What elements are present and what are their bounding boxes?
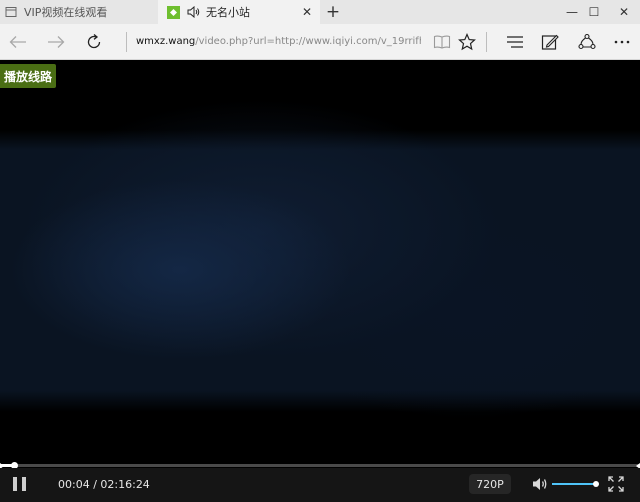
page-icon (4, 5, 18, 19)
url-path: /video.php?url=http://www.iqiyi.com/v_19… (195, 36, 421, 47)
tab-vip[interactable]: VIP视频在线观看 (0, 0, 157, 24)
web-note-button[interactable] (538, 30, 562, 54)
refresh-button[interactable] (82, 30, 106, 54)
book-icon (433, 35, 451, 49)
toolbar-separator (486, 32, 487, 52)
speaker-icon[interactable] (186, 5, 200, 19)
video-frame[interactable] (0, 60, 640, 462)
hub-icon (507, 36, 523, 48)
volume-button[interactable] (532, 476, 548, 492)
time-display: 00:04 / 02:16:24 (58, 478, 150, 491)
url-host: wmxz.wang (136, 36, 196, 47)
quality-button[interactable]: 720P (469, 474, 511, 494)
current-time: 00:04 (58, 478, 90, 491)
volume-slider[interactable] (552, 481, 599, 487)
player-controls: 00:04 / 02:16:24 720P (0, 468, 640, 502)
playback-route-button[interactable]: 播放线路 (0, 64, 56, 88)
more-icon (614, 40, 630, 44)
refresh-icon (87, 34, 101, 49)
progress-track (0, 464, 640, 467)
tab-active[interactable]: 无名小站 ✕ (158, 0, 320, 24)
address-separator (126, 32, 127, 52)
fullscreen-button[interactable] (608, 476, 624, 492)
volume-knob[interactable] (593, 481, 599, 487)
navigation-bar: wmxz.wang/video.php?url=http://www.iqiyi… (0, 24, 640, 60)
forward-arrow-icon (48, 36, 65, 48)
close-window-button[interactable]: ✕ (604, 0, 640, 24)
forward-button[interactable] (44, 30, 68, 54)
pause-button[interactable] (13, 477, 27, 491)
favorite-button[interactable] (455, 30, 479, 54)
volume-icon (533, 478, 547, 490)
time-separator: / (89, 478, 101, 491)
fullscreen-icon (608, 476, 624, 492)
hub-button[interactable] (503, 30, 527, 54)
tab-active-title: 无名小站 (206, 6, 250, 19)
duration: 02:16:24 (100, 478, 150, 491)
address-bar[interactable]: wmxz.wang/video.php?url=http://www.iqiyi… (136, 35, 421, 49)
pause-icon-bar-left (13, 477, 17, 491)
reading-view-button[interactable] (430, 30, 454, 54)
tab-bar: VIP视频在线观看 无名小站 ✕ + — ☐ ✕ (0, 0, 640, 24)
volume-fill (552, 483, 596, 485)
web-note-icon (541, 34, 559, 50)
back-button[interactable] (6, 30, 30, 54)
star-icon (458, 33, 476, 51)
back-arrow-icon (9, 36, 26, 48)
share-icon (578, 33, 596, 50)
pause-icon-bar-right (22, 477, 26, 491)
close-tab-icon[interactable]: ✕ (302, 5, 312, 19)
share-button[interactable] (575, 30, 599, 54)
new-tab-button[interactable]: + (322, 1, 344, 23)
site-favicon-icon (166, 5, 180, 19)
more-button[interactable] (610, 30, 634, 54)
tab-vip-title: VIP视频在线观看 (24, 6, 108, 19)
